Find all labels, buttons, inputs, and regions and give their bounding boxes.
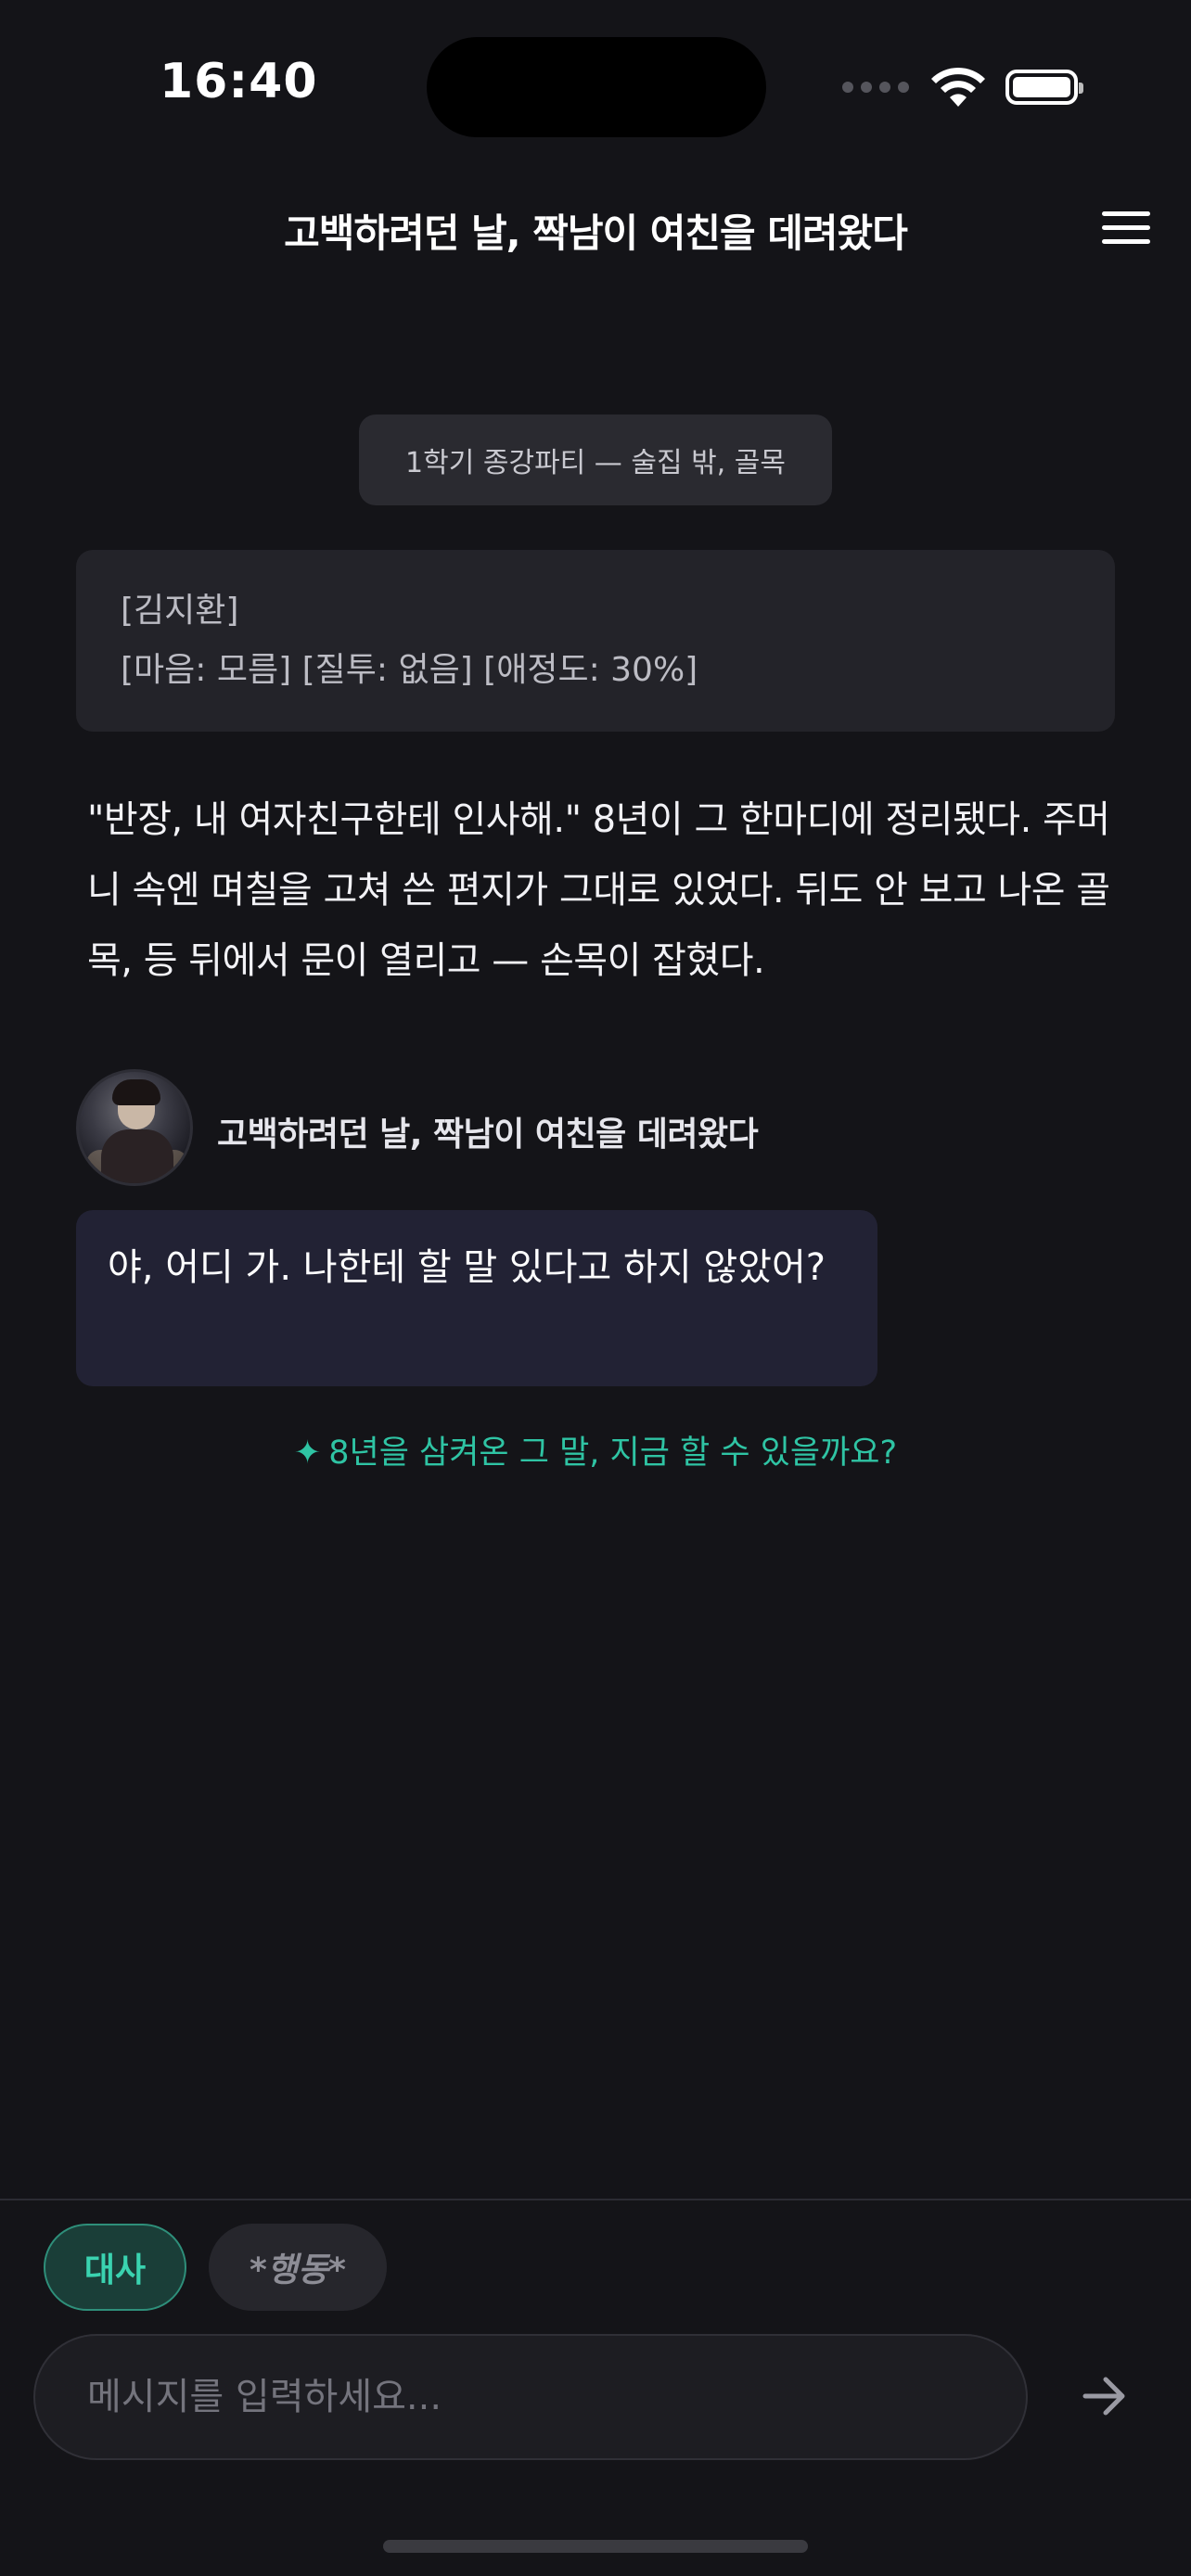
status-name-line: [김지환] [121,592,239,630]
suggestion-hint[interactable]: ✦ 8년을 삼켜온 그 말, 지금 할 수 있을까요? [0,1426,1191,1473]
status-time: 16:40 [160,54,318,109]
dynamic-island [427,37,766,137]
sparkle-icon: ✦ [293,1435,322,1472]
tab-dialogue[interactable]: 대사 [44,2224,186,2311]
arrow-right-icon[interactable] [1076,2370,1133,2422]
hamburger-menu-icon[interactable] [1102,211,1150,249]
character-message-bubble: 야, 어디 가. 나한테 할 말 있다고 하지 않았어? [76,1210,877,1386]
tab-action[interactable]: *행동* [209,2224,387,2311]
character-status-card: [김지환] [마음: 모름] [질투: 없음] [애정도: 30%] [76,550,1115,732]
status-stats-line: [마음: 모름] [질투: 없음] [애정도: 30%] [121,651,698,689]
composer-divider [0,2199,1191,2200]
page-title: 고백하려던 날, 짝남이 여친을 데려왔다 [284,210,908,256]
scene-label: 1학기 종강파티 — 술집 밖, 골목 [359,414,832,505]
home-indicator [383,2540,808,2553]
hint-text: 8년을 삼켜온 그 말, 지금 할 수 있을까요? [328,1435,898,1472]
wifi-icon [931,67,985,107]
chat-screen: 16:40 고백하려던 날, 짝남이 여친을 데려왔다 1학기 종강파티 — 술… [0,0,1191,2576]
character-avatar[interactable] [76,1069,193,1186]
cellular-signal-icon [842,82,909,93]
character-name: 고백하려던 날, 짝남이 여친을 데려왔다 [217,1116,759,1154]
battery-icon [1005,70,1083,105]
message-input[interactable] [33,2334,1028,2460]
narration-text: "반장, 내 여자친구한테 인사해." 8년이 그 한마디에 정리됐다. 주머니… [87,798,1110,982]
status-icons [842,61,1083,113]
